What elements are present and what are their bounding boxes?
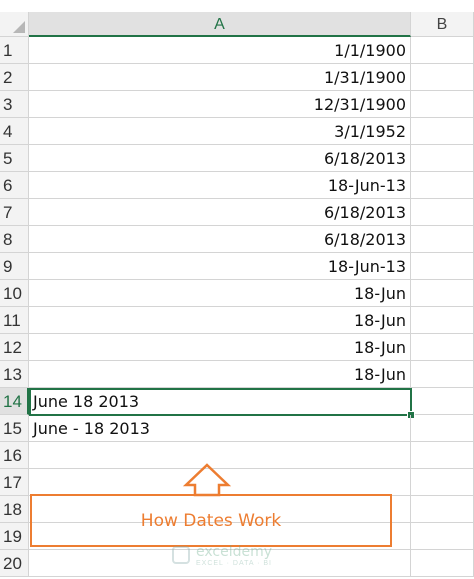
select-all-corner[interactable] — [0, 12, 29, 37]
watermark-name: exceldemy — [196, 543, 273, 560]
select-all-triangle-icon — [13, 21, 25, 33]
row-header[interactable]: 20 — [0, 550, 29, 577]
table-row: 8 6/18/2013 — [0, 226, 474, 253]
row-header[interactable]: 5 — [0, 145, 29, 172]
cell-b[interactable] — [411, 226, 474, 253]
watermark-tagline: EXCEL · DATA · BI — [196, 559, 272, 567]
cell-b[interactable] — [411, 469, 474, 496]
cell-b[interactable] — [411, 199, 474, 226]
cell-b[interactable] — [411, 91, 474, 118]
cell-a[interactable]: 18-Jun — [29, 307, 411, 334]
watermark: exceldemy EXCEL · DATA · BI — [172, 540, 312, 570]
row-header[interactable]: 8 — [0, 226, 29, 253]
row-header[interactable]: 18 — [0, 496, 29, 523]
row-header[interactable]: 10 — [0, 280, 29, 307]
column-header-b[interactable]: B — [411, 12, 474, 37]
table-row: 14 June 18 2013 — [0, 388, 474, 419]
cell-b[interactable] — [411, 64, 474, 91]
row-header[interactable]: 15 — [0, 415, 29, 442]
cell-a[interactable]: 18-Jun-13 — [29, 172, 411, 199]
table-row: 3 12/31/1900 — [0, 91, 474, 118]
table-row: 2 1/31/1900 — [0, 64, 474, 91]
cell-a[interactable]: June - 18 2013 — [29, 415, 411, 442]
table-row: 4 3/1/1952 — [0, 118, 474, 145]
cell-a[interactable]: 18-Jun-13 — [29, 253, 411, 280]
row-header[interactable]: 17 — [0, 469, 29, 496]
cell-b[interactable] — [411, 496, 474, 523]
cell-b[interactable] — [411, 172, 474, 199]
row-header[interactable]: 19 — [0, 523, 29, 550]
cell-b[interactable] — [411, 37, 474, 64]
cell-b[interactable] — [411, 145, 474, 172]
table-row: 15 June - 18 2013 — [0, 415, 474, 442]
table-row: 12 18-Jun — [0, 334, 474, 361]
cell-a[interactable]: June 18 2013 — [29, 388, 411, 415]
row-header[interactable]: 9 — [0, 253, 29, 280]
cell-b[interactable] — [411, 361, 474, 388]
table-row: 13 18-Jun — [0, 361, 474, 388]
table-row: 6 18-Jun-13 — [0, 172, 474, 199]
row-header[interactable]: 12 — [0, 334, 29, 361]
cell-b[interactable] — [411, 415, 474, 442]
arrow-up-icon — [182, 463, 232, 497]
cell-a[interactable]: 18-Jun — [29, 280, 411, 307]
cell-b[interactable] — [411, 388, 474, 415]
exceldemy-logo-icon — [172, 546, 190, 564]
table-row: 11 18-Jun — [0, 307, 474, 334]
cell-b[interactable] — [411, 550, 474, 577]
table-row: 1 1/1/1900 — [0, 37, 474, 64]
cell-a[interactable]: 18-Jun — [29, 361, 411, 388]
cell-b[interactable] — [411, 307, 474, 334]
table-row: 9 18-Jun-13 — [0, 253, 474, 280]
cell-a[interactable]: 6/18/2013 — [29, 145, 411, 172]
cell-a[interactable]: 3/1/1952 — [29, 118, 411, 145]
row-header[interactable]: 1 — [0, 37, 29, 64]
row-header[interactable]: 16 — [0, 442, 29, 469]
cell-a[interactable]: 1/1/1900 — [29, 37, 411, 64]
row-header[interactable]: 11 — [0, 307, 29, 334]
column-header-a[interactable]: A — [29, 12, 411, 37]
cell-b[interactable] — [411, 253, 474, 280]
cell-b[interactable] — [411, 442, 474, 469]
table-row: 7 6/18/2013 — [0, 199, 474, 226]
cell-a[interactable]: 1/31/1900 — [29, 64, 411, 91]
spreadsheet-grid: A B 1 1/1/1900 2 1/31/1900 3 12/31/1900 4 3/1/1… — [0, 0, 474, 579]
row-header[interactable]: 4 — [0, 118, 29, 145]
cell-b[interactable] — [411, 280, 474, 307]
table-row: 10 18-Jun — [0, 280, 474, 307]
cell-b[interactable] — [411, 118, 474, 145]
cell-b[interactable] — [411, 334, 474, 361]
row-header[interactable]: 3 — [0, 91, 29, 118]
table-row: 5 6/18/2013 — [0, 145, 474, 172]
cell-a[interactable]: 6/18/2013 — [29, 226, 411, 253]
cell-b[interactable] — [411, 523, 474, 550]
row-header[interactable]: 14 — [0, 388, 29, 415]
cell-a[interactable]: 6/18/2013 — [29, 199, 411, 226]
row-header[interactable]: 13 — [0, 361, 29, 388]
cell-a[interactable]: 18-Jun — [29, 334, 411, 361]
row-header[interactable]: 6 — [0, 172, 29, 199]
cell-a[interactable]: 12/31/1900 — [29, 91, 411, 118]
row-header[interactable]: 7 — [0, 199, 29, 226]
row-header[interactable]: 2 — [0, 64, 29, 91]
callout-label: How Dates Work — [140, 510, 282, 531]
